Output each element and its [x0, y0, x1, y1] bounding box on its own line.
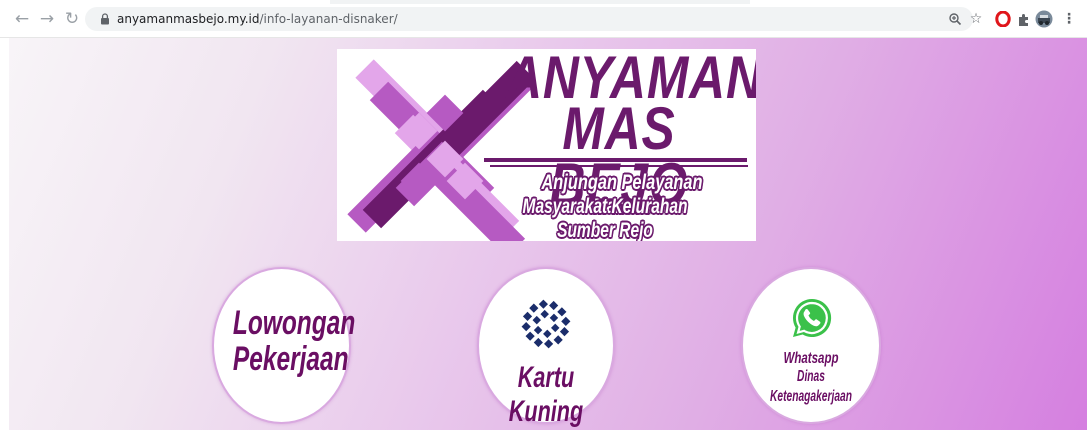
kemnaker-logo-tile [533, 325, 543, 335]
kemnaker-logo-tile [538, 299, 548, 309]
kemnaker-logo-tile [549, 313, 559, 323]
menu-icon[interactable]: ⋮ [1059, 9, 1079, 29]
kemnaker-logo-tile [532, 315, 542, 325]
kemnaker-logo-tile [533, 337, 543, 348]
url-text[interactable]: anyamanmasbejo.my.id/info-layanan-disnak… [117, 8, 398, 30]
kemnaker-logo-tile [561, 316, 571, 326]
whatsapp-label-line2: Dinas Ketenagakerjaan [770, 368, 852, 405]
page-viewport: ANYAMAN MAS BEJO Anjungan Pelayanan Mand… [0, 38, 1087, 434]
kemnaker-logo-tile [543, 329, 552, 339]
tab-strip [330, 0, 750, 4]
forward-icon[interactable]: → [37, 9, 57, 29]
kemnaker-logo-tile [553, 335, 563, 345]
whatsapp-icon [792, 298, 832, 337]
kemnaker-logo-tile [559, 327, 570, 337]
profile-avatar[interactable] [1034, 9, 1054, 29]
back-icon[interactable]: ← [12, 9, 32, 29]
kemnaker-logo-tile [540, 309, 549, 319]
kemnaker-logo-tile [525, 331, 535, 341]
service-kartu-kuning[interactable]: Kartu Kuning [477, 267, 615, 428]
kemnaker-logo-tile [522, 311, 533, 321]
whatsapp-label-line1: Whatsapp [783, 350, 839, 367]
banner-title-line2: MAS BEJO [549, 95, 689, 218]
browser-toolbar: ← → ↻ anyamanmasbejo.my.id/info-layanan-… [0, 0, 1087, 38]
kemnaker-logo-tile [544, 339, 554, 349]
lock-icon[interactable] [98, 12, 112, 26]
kemnaker-logo-tile [549, 300, 559, 311]
banner-subtitle-line2: Masyarakat Kelurahan Sumber Rejo [522, 195, 688, 241]
opera-icon[interactable] [993, 9, 1013, 29]
site-banner[interactable]: ANYAMAN MAS BEJO Anjungan Pelayanan Mand… [337, 49, 756, 241]
kemnaker-logo-tile [529, 303, 539, 313]
service-lowongan-pekerjaan[interactable]: Lowongan Pekerjaan [212, 267, 356, 424]
banner-subtitle-line1: Anjungan Pelayanan Mandiri [541, 171, 703, 218]
reload-icon[interactable]: ↻ [62, 9, 82, 29]
banner-divider [484, 158, 747, 162]
service-whatsapp-disnaker[interactable]: Whatsapp Dinas Ketenagakerjaan [741, 267, 881, 424]
banner-divider-thin [490, 165, 748, 167]
kemnaker-logo-tile [521, 322, 531, 332]
lowongan-label-line1: Lowongan [232, 304, 356, 342]
kartu-kuning-label: Kartu Kuning [508, 361, 584, 428]
kemnaker-logo-tile [557, 307, 567, 317]
zoom-icon[interactable] [945, 9, 965, 29]
kemnaker-logo-tile [550, 323, 560, 333]
extensions-icon[interactable] [1013, 9, 1033, 29]
lowongan-label-line2: Pekerjaan [232, 340, 349, 378]
kemnaker-logo [521, 299, 571, 349]
star-icon[interactable]: ☆ [966, 9, 986, 29]
